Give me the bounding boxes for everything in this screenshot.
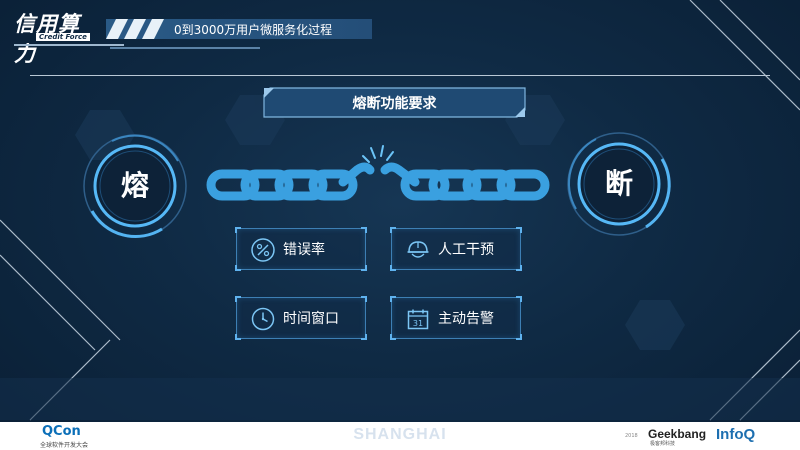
header-title: 0到3000万用户微服务化过程: [174, 23, 333, 37]
section-title: 熔断功能要求: [352, 96, 437, 112]
feature-label: 错误率: [283, 242, 325, 258]
broken-chain-icon: [206, 145, 550, 201]
worker-helmet-icon: [407, 241, 429, 258]
geekbang-logo: Geekbang: [648, 427, 707, 441]
feature-label: 人工干预: [438, 242, 494, 258]
frame-corner: [516, 296, 522, 302]
frame-corner: [390, 334, 396, 340]
infoq-logo: InfoQ: [716, 426, 756, 443]
brand-logo: 信用算力 Credit Force: [14, 8, 94, 66]
logo-subtext: Credit Force: [36, 33, 90, 41]
frame-corner: [390, 265, 396, 271]
frame-corner: [516, 227, 522, 233]
frame-corner: [516, 265, 522, 271]
frame-corner: [390, 296, 396, 302]
feature-error-rate: 错误率: [235, 227, 367, 271]
frame-corner: [361, 334, 367, 340]
frame-corner: [235, 265, 241, 271]
feature-time-window: 时间窗口: [235, 296, 367, 340]
feature-label: 时间窗口: [283, 311, 339, 327]
geekbang-prefix: 2018: [625, 433, 638, 439]
frame-corner: [361, 265, 367, 271]
feature-label: 主动告警: [438, 311, 494, 327]
feature-active-alert: 31 主动告警: [390, 296, 522, 340]
calendar-icon: 31: [407, 309, 429, 330]
geekbang-subtitle: 极客邦科技: [650, 441, 676, 447]
left-circle-char: 熔: [120, 169, 149, 202]
frame-corner: [361, 227, 367, 233]
bottom-band: [0, 378, 800, 420]
percent-icon: [251, 238, 275, 262]
calendar-date: 31: [413, 319, 423, 328]
right-circle-char: 断: [604, 167, 633, 200]
clock-icon: [251, 307, 275, 331]
header-underline: [14, 44, 124, 46]
feature-manual-intervention: 人工干预: [390, 227, 522, 271]
slide: 信用算力 Credit Force 0到3000万用户微服务化过程 熔断功能要求…: [0, 0, 800, 450]
header-underline: [110, 47, 260, 49]
frame-corner: [361, 296, 367, 302]
frame-corner: [235, 227, 241, 233]
frame-corner: [235, 296, 241, 302]
header-stripes: [106, 19, 164, 39]
frame-corner: [390, 227, 396, 233]
divider: [30, 75, 770, 76]
frame-corner: [235, 334, 241, 340]
frame-corner: [516, 334, 522, 340]
